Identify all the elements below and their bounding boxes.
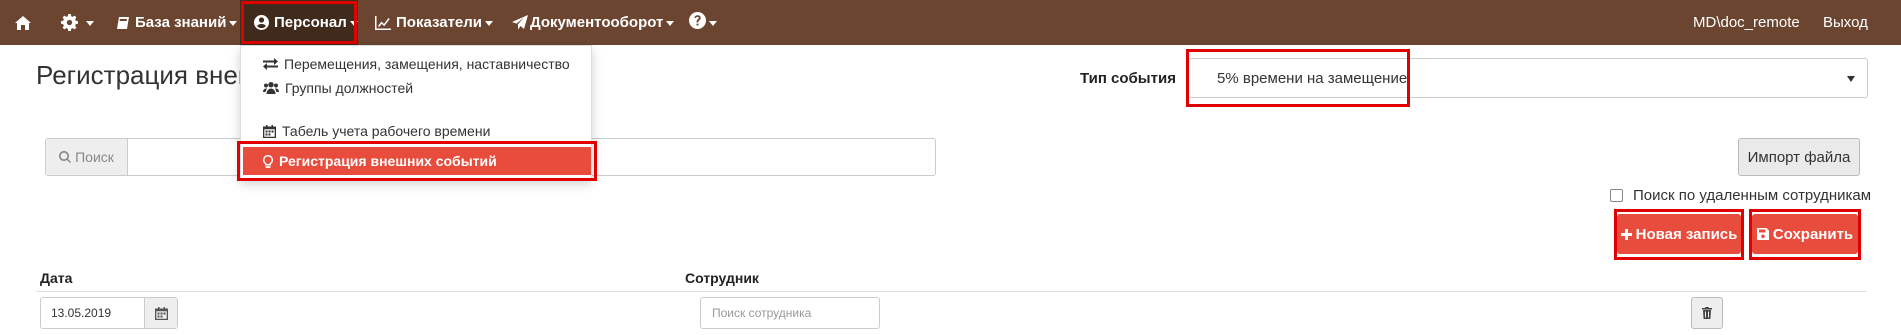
table-divider xyxy=(36,291,1866,292)
trash-icon xyxy=(1702,307,1712,319)
line-chart-icon xyxy=(375,15,391,30)
menu-item-external-events[interactable]: Регистрация внешних событий xyxy=(237,141,597,181)
menu-item-label: Табель учета рабочего времени xyxy=(282,123,491,139)
lightbulb-icon xyxy=(263,154,273,168)
users-icon xyxy=(263,82,279,94)
exchange-icon xyxy=(263,58,278,70)
menu-item-position-groups[interactable]: Группы должностей xyxy=(241,76,591,100)
nav-metrics-label: Показатели xyxy=(396,14,483,31)
nav-docflow-label: Документооборот xyxy=(530,14,664,31)
menu-item-label: Перемещения, замещения, наставничество xyxy=(284,56,570,72)
employee-search-input[interactable]: Поиск сотрудника xyxy=(700,297,880,329)
date-input[interactable]: 13.05.2019 xyxy=(41,298,146,328)
menu-item-timesheet[interactable]: Табель учета рабочего времени xyxy=(241,119,591,143)
date-field[interactable]: 13.05.2019 xyxy=(40,297,178,329)
help-menu[interactable] xyxy=(689,0,717,45)
nav-personnel[interactable]: Персонал xyxy=(240,0,358,45)
paper-plane-icon xyxy=(512,15,528,30)
user-name[interactable]: MD\doc_remote xyxy=(1693,0,1800,45)
column-header-date: Дата xyxy=(40,270,73,286)
deleted-employees-label: Поиск по удаленным сотрудникам xyxy=(1633,187,1872,204)
settings-menu[interactable] xyxy=(61,0,94,45)
highlight-box xyxy=(1186,49,1410,107)
nav-metrics[interactable]: Показатели xyxy=(375,0,494,45)
question-icon xyxy=(689,12,706,33)
highlight-box xyxy=(1749,209,1861,260)
chevron-down-icon xyxy=(349,21,358,26)
home-icon[interactable] xyxy=(14,0,32,45)
nav-docflow[interactable]: Документооборот xyxy=(512,0,675,45)
page-title: Регистрация внеш xyxy=(36,60,259,90)
menu-item-label: Регистрация внешних событий xyxy=(279,153,497,169)
user-circle-icon xyxy=(254,15,269,30)
gear-icon xyxy=(61,14,78,31)
menu-item-label: Группы должностей xyxy=(285,80,414,96)
calendar-icon xyxy=(263,124,276,138)
nav-personnel-label: Персонал xyxy=(274,14,347,31)
search-addon-label: Поиск xyxy=(75,149,114,165)
chevron-down-icon xyxy=(666,21,675,26)
delete-row-button[interactable] xyxy=(1691,297,1723,329)
chevron-down-icon xyxy=(485,21,494,26)
import-file-button[interactable]: Импорт файла xyxy=(1738,138,1860,176)
calendar-button[interactable] xyxy=(144,298,177,328)
personnel-dropdown-menu: Перемещения, замещения, наставничество Г… xyxy=(237,45,597,181)
chevron-down-icon xyxy=(86,21,94,26)
deleted-employees-checkbox[interactable] xyxy=(1610,189,1623,202)
book-icon xyxy=(116,16,130,30)
menu-item-transfers[interactable]: Перемещения, замещения, наставничество xyxy=(241,52,591,76)
nav-knowledge-base[interactable]: База знаний xyxy=(116,0,238,45)
event-type-label: Тип события xyxy=(1080,70,1176,87)
chevron-down-icon xyxy=(229,21,238,26)
search-icon xyxy=(59,151,72,163)
highlight-box xyxy=(1614,209,1744,260)
deleted-employees-checkbox-row[interactable]: Поиск по удаленным сотрудникам xyxy=(1610,187,1871,204)
chevron-down-icon xyxy=(709,21,717,26)
column-header-employee: Сотрудник xyxy=(685,270,759,286)
search-addon: Поиск xyxy=(46,139,128,175)
select-arrow-icon xyxy=(1847,76,1855,82)
top-navbar: База знаний Персонал Показатели Документ… xyxy=(0,0,1901,45)
logout-link[interactable]: Выход xyxy=(1823,0,1868,45)
nav-knowledge-label: База знаний xyxy=(135,14,227,31)
calendar-icon xyxy=(154,306,168,320)
